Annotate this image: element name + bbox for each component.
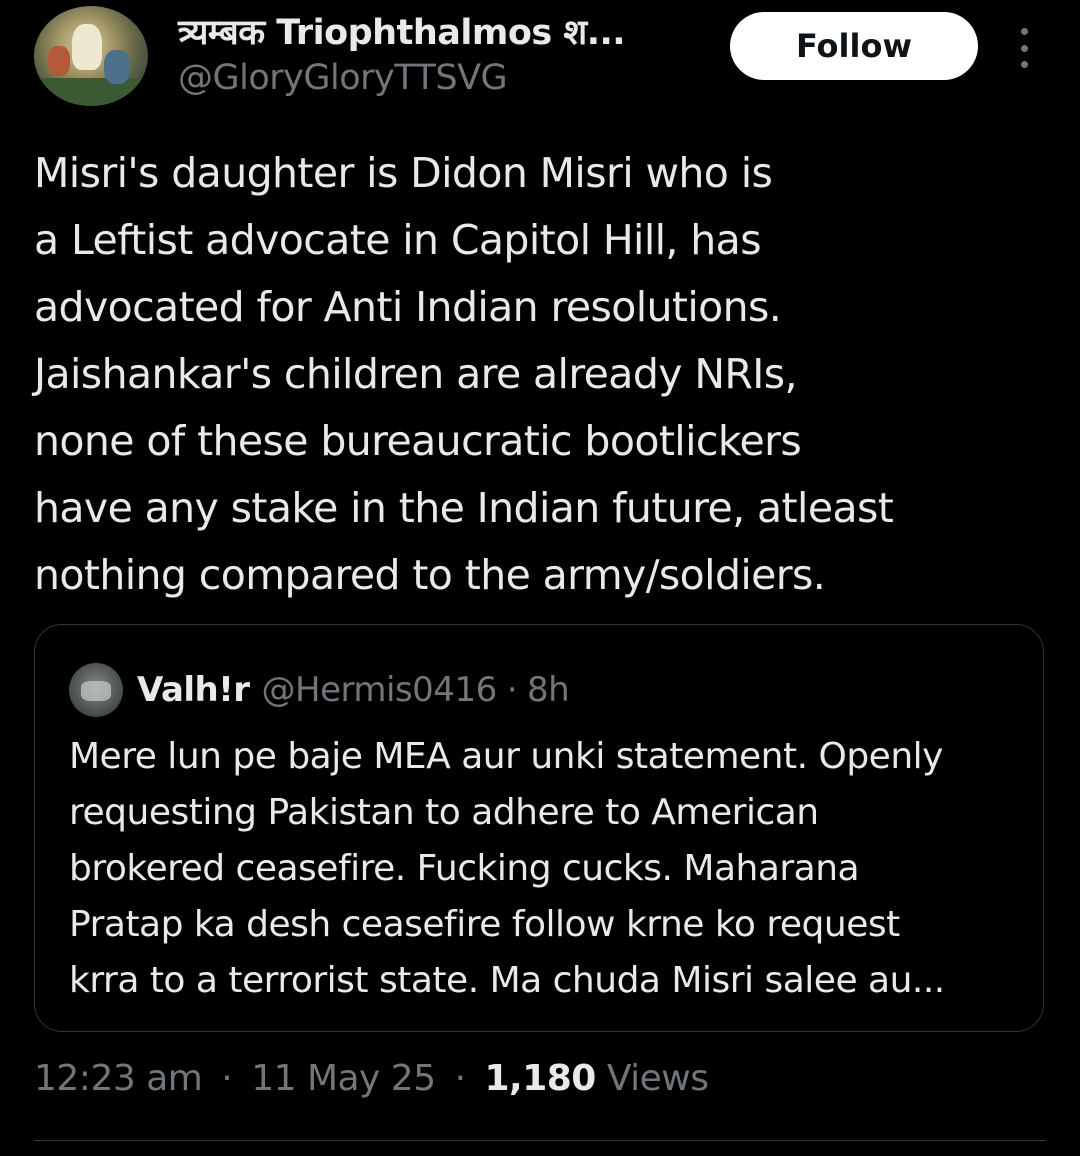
author-handle[interactable]: @GloryGloryTTSVG bbox=[178, 58, 508, 98]
separator-dot: · bbox=[506, 670, 518, 710]
follow-button[interactable]: Follow bbox=[730, 12, 978, 80]
quoted-tweet-header: Valh!r @Hermis0416 · 8h bbox=[69, 663, 570, 717]
avatar-figure-center bbox=[72, 24, 102, 70]
quoted-text-line: Mere lun pe baje MEA aur unki statement.… bbox=[69, 736, 943, 777]
avatar-ground bbox=[34, 78, 148, 106]
tweet-time[interactable]: 12:23 am bbox=[34, 1058, 203, 1099]
more-dot bbox=[1020, 61, 1028, 68]
tweet-text-line: nothing compared to the army/soldiers. bbox=[34, 551, 826, 599]
divider bbox=[34, 1140, 1046, 1141]
quoted-text-line: brokered ceasefire. Fucking cucks. Mahar… bbox=[69, 848, 860, 889]
quoted-author-avatar[interactable] bbox=[69, 663, 123, 717]
tweet-meta: 12:23 am · 11 May 25 · 1,180 Views bbox=[34, 1058, 709, 1099]
views-label[interactable]: Views bbox=[607, 1058, 709, 1099]
tweet-text-line: none of these bureaucratic bootlickers bbox=[34, 417, 802, 465]
separator-dot: · bbox=[221, 1058, 233, 1099]
quoted-tweet-time[interactable]: 8h bbox=[527, 670, 570, 710]
tweet-text-line: Misri's daughter is Didon Misri who is bbox=[34, 149, 773, 197]
more-vertical-icon[interactable] bbox=[1012, 28, 1036, 68]
quoted-tweet-card[interactable]: Valh!r @Hermis0416 · 8h Mere lun pe baje… bbox=[34, 624, 1044, 1032]
more-dot bbox=[1020, 28, 1028, 35]
quoted-tweet-text: Mere lun pe baje MEA aur unki statement.… bbox=[69, 729, 1029, 1009]
more-dot bbox=[1020, 44, 1028, 52]
views-count[interactable]: 1,180 bbox=[484, 1058, 596, 1099]
tweet-date[interactable]: 11 May 25 bbox=[251, 1058, 436, 1099]
quoted-text-line: krra to a terrorist state. Ma chuda Misr… bbox=[69, 960, 945, 1001]
tweet-text: Misri's daughter is Didon Misri who is a… bbox=[34, 140, 1044, 609]
separator-dot: · bbox=[454, 1058, 466, 1099]
quoted-text-line: requesting Pakistan to adhere to America… bbox=[69, 792, 819, 833]
quoted-author-handle[interactable]: @Hermis0416 bbox=[262, 670, 498, 710]
quoted-text-line: Pratap ka desh ceasefire follow krne ko … bbox=[69, 904, 900, 945]
tweet-text-line: have any stake in the Indian future, atl… bbox=[34, 484, 894, 532]
avatar-figure-right bbox=[104, 50, 130, 84]
tweet-text-line: advocated for Anti Indian resolutions. bbox=[34, 283, 782, 331]
tweet-text-line: a Leftist advocate in Capitol Hill, has bbox=[34, 216, 762, 264]
author-avatar[interactable] bbox=[34, 6, 148, 106]
tweet: त्र्यम्बक Triophthalmos श... @GloryGlory… bbox=[0, 0, 1080, 1156]
tweet-text-line: Jaishankar's children are already NRIs, bbox=[34, 350, 798, 398]
author-display-name[interactable]: त्र्यम्बक Triophthalmos श... bbox=[178, 8, 626, 55]
avatar-figure-left bbox=[48, 46, 70, 76]
quoted-author-name[interactable]: Valh!r bbox=[137, 670, 250, 710]
